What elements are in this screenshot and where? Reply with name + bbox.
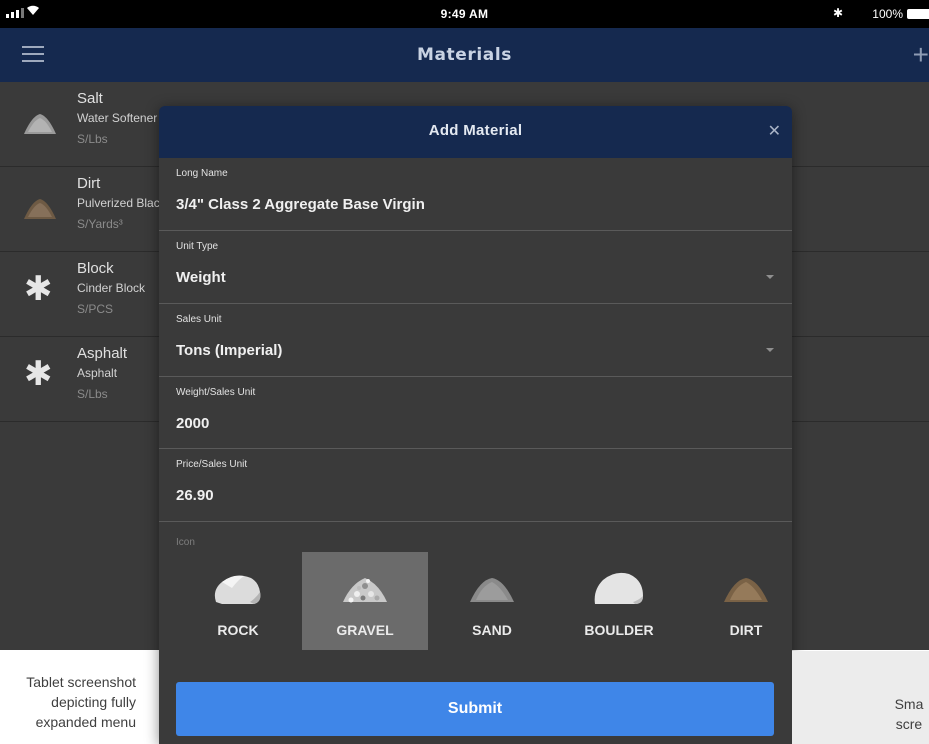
material-unit: S/Lbs [77,387,108,401]
caption-line: expanded menu [35,714,136,730]
status-bar: 9:49 AM ✱ 100% [0,0,929,28]
field-label: Price/Sales Unit [176,459,248,470]
asterisk-icon: ✱ [24,355,53,393]
boulder-icon [594,572,643,604]
material-unit: S/Lbs [77,132,108,146]
submit-button[interactable]: Submit [176,682,774,736]
sand-icon [470,578,514,602]
close-icon[interactable]: ✕ [768,121,781,141]
dirt-icon [724,578,768,602]
modal-header: Add Material ✕ [159,106,792,158]
material-name: Asphalt [77,345,128,362]
icon-option-sand[interactable]: SAND [429,552,555,650]
material-unit: S/Yards³ [77,217,123,231]
caption-line: Sma [894,696,924,712]
status-time: 9:49 AM [440,7,489,21]
caption-left: Tablet screenshot depicting fully expand… [0,672,136,732]
weight-per-unit-field[interactable]: Weight/Sales Unit 2000 [159,377,792,449]
bluetooth-icon: ✱ [832,6,843,20]
salt-pile-icon [24,114,56,134]
material-unit: S/PCS [77,302,114,316]
nav-bar: Materials + [0,28,929,82]
battery-icon [907,9,929,19]
long-name-input[interactable]: 3/4" Class 2 Aggregate Base Virgin [176,196,425,213]
icon-option-label: BOULDER [584,622,654,638]
material-description: Water Softener [77,111,158,125]
material-name: Block [77,260,114,277]
material-description: Asphalt [77,366,118,380]
caption-right: Sma scre [879,694,929,734]
weight-per-unit-input[interactable]: 2000 [176,415,209,432]
icon-option-label: SAND [472,622,512,638]
chevron-down-icon[interactable] [766,275,774,279]
chevron-down-icon[interactable] [766,348,774,352]
material-description: Cinder Block [77,281,146,295]
caption-line: scre [895,716,923,732]
icon-picker: ROCK GRAVEL SAND BOULDER DIRT [175,552,792,650]
caption-line: depicting fully [51,694,136,710]
battery-percent: 100% [872,7,903,21]
field-label: Unit Type [176,241,219,252]
sales-unit-select[interactable]: Tons (Imperial) [176,342,282,359]
icon-option-label: ROCK [217,622,259,638]
unit-type-select[interactable]: Weight [176,269,226,286]
page-title: Materials [416,45,513,65]
field-label: Long Name [176,168,228,179]
icon-option-boulder[interactable]: BOULDER [556,552,682,650]
add-icon[interactable]: + [913,39,929,71]
asterisk-icon: ✱ [24,270,53,308]
material-description: Pulverized Blac [77,196,160,210]
dirt-pile-icon [24,199,56,219]
icon-section-label: Icon [176,537,195,548]
unit-type-field[interactable]: Unit Type Weight [159,231,792,304]
rock-icon [214,575,261,604]
icon-option-rock[interactable]: ROCK [175,552,301,650]
sales-unit-field[interactable]: Sales Unit Tons (Imperial) [159,304,792,377]
field-label: Weight/Sales Unit [176,387,256,398]
price-per-unit-field[interactable]: Price/Sales Unit 26.90 [159,449,792,522]
field-label: Sales Unit [176,314,222,325]
caption-line: Tablet screenshot [26,674,136,690]
price-per-unit-input[interactable]: 26.90 [176,487,214,504]
icon-option-label: GRAVEL [336,622,394,638]
modal-title: Add Material [428,122,523,139]
icon-option-label: DIRT [729,622,763,638]
gravel-icon [343,578,387,603]
icon-option-gravel[interactable]: GRAVEL [302,552,428,650]
material-name: Dirt [77,175,101,192]
icon-option-dirt[interactable]: DIRT [683,552,792,650]
add-material-modal: Add Material ✕ Long Name 3/4" Class 2 Ag… [159,106,792,744]
long-name-field[interactable]: Long Name 3/4" Class 2 Aggregate Base Vi… [159,158,792,231]
material-name: Salt [77,90,103,107]
